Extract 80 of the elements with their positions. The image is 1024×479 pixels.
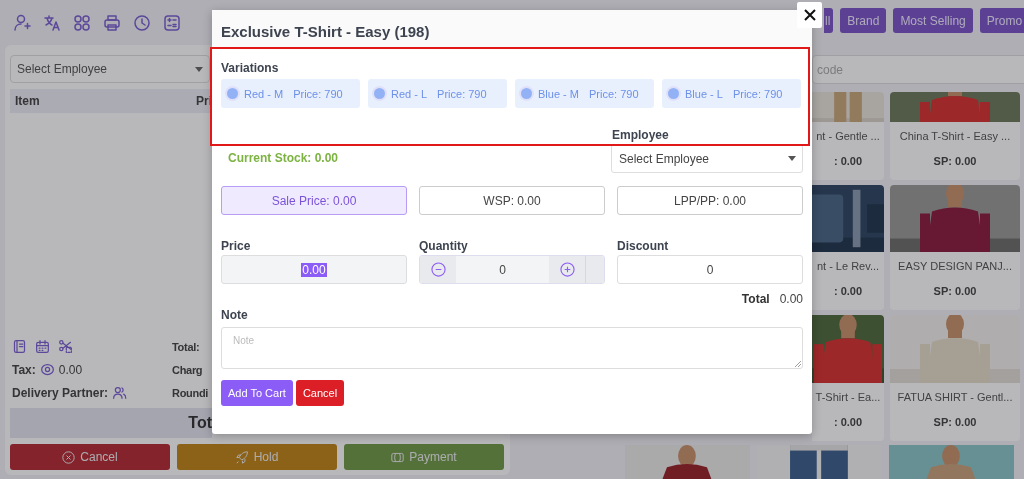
rocket-icon — [235, 450, 249, 464]
variation-option[interactable]: Red - M Price: 790 — [221, 79, 360, 108]
total-label: Tot — [188, 414, 212, 432]
product-card[interactable]: EASY DESIGN PANJ... SP: 0.00 — [890, 185, 1020, 310]
product-card[interactable]: China T-Shirt - Easy ... SP: 0.00 — [890, 92, 1020, 180]
notebook-icon[interactable] — [12, 339, 27, 354]
caret-icon — [195, 66, 203, 72]
product-card[interactable]: nt - Le Rev... : 0.00 — [812, 185, 884, 310]
variation-option[interactable]: Red - L Price: 790 — [368, 79, 507, 108]
product-name: China T-Shirt - Easy ... — [899, 129, 1011, 144]
translate-icon[interactable] — [43, 13, 61, 32]
price-field[interactable]: 0.00 — [221, 255, 407, 284]
printer-icon[interactable] — [103, 13, 121, 32]
scissors-icon[interactable] — [58, 339, 73, 354]
selected-text: 0.00 — [301, 262, 327, 277]
filter-button[interactable]: ll — [824, 8, 834, 33]
price-label: Price — [221, 239, 252, 255]
caret-icon — [788, 156, 796, 161]
product-price: SP: 0.00 — [933, 154, 977, 169]
action-button[interactable]: Cancel — [10, 444, 170, 470]
radio-button[interactable] — [521, 88, 532, 99]
radio-button[interactable] — [227, 88, 238, 99]
resize-handle-icon[interactable] — [795, 361, 801, 367]
action-button[interactable]: Hold — [177, 444, 337, 470]
close-circle-icon — [62, 450, 76, 464]
radio-button[interactable] — [374, 88, 385, 99]
column-header: Item — [15, 94, 40, 108]
filter-button[interactable]: Most Selling — [893, 8, 973, 33]
action-button[interactable]: Payment — [344, 444, 504, 470]
product-card[interactable]: T-Shirt - Ea... : 0.00 — [812, 315, 884, 441]
price-type-tab[interactable]: Sale Price: 0.00 — [221, 186, 407, 215]
calculator-icon[interactable] — [163, 13, 181, 32]
product-name: nt - Gentle ... — [816, 129, 880, 144]
dialog-title: Exclusive T-Shirt - Easy (198) — [212, 10, 812, 47]
variation-option[interactable]: Blue - L Price: 790 — [662, 79, 801, 108]
summary-label: Roundi — [172, 386, 210, 399]
tax-label: Tax: — [12, 362, 36, 377]
user-add-icon[interactable] — [13, 13, 31, 32]
eye-icon[interactable] — [39, 362, 55, 377]
product-card[interactable]: FATUA SHIRT - Gentl... SP: 0.00 — [890, 315, 1020, 441]
product-card[interactable]: nt - Gentle ... : 0.00 — [812, 92, 884, 180]
dialog-button[interactable]: Cancel — [295, 380, 345, 406]
quantity-label: Quantity — [419, 239, 469, 255]
discount-label: Discount — [617, 239, 670, 255]
product-name: EASY DESIGN PANJ... — [898, 259, 1012, 274]
price-type-tab[interactable]: WSP: 0.00 — [419, 186, 605, 215]
radio-button[interactable] — [668, 88, 679, 99]
history-icon[interactable] — [133, 13, 151, 32]
search-field[interactable]: code — [812, 55, 1024, 84]
summary-label: Total: — [172, 340, 201, 353]
product-name: FATUA SHIRT - Gentl... — [897, 390, 1013, 405]
total-value: 0.00 — [779, 292, 803, 308]
close-button[interactable] — [797, 2, 822, 28]
employee-select[interactable]: Select Employee — [611, 144, 803, 173]
employee-select[interactable]: Select Employee — [10, 55, 210, 83]
product-price: SP: 0.00 — [933, 415, 977, 430]
product-name: T-Shirt - Ea... — [815, 390, 881, 405]
total-label: Total — [741, 292, 770, 308]
product-price: : 0.00 — [833, 154, 863, 169]
price-type-tab[interactable]: LPP/PP: 0.00 — [617, 186, 803, 215]
close-icon — [803, 9, 816, 21]
product-name: nt - Le Rev... — [816, 259, 880, 274]
product-price: SP: 0.00 — [933, 284, 977, 299]
variations-label: Variations — [221, 61, 280, 77]
filter-button[interactable]: Brand — [840, 8, 887, 33]
delivery-partner-label: Delivery Partner: — [12, 385, 109, 400]
variation-option[interactable]: Blue - M Price: 790 — [515, 79, 654, 108]
employee-label: Employee — [612, 128, 670, 144]
discount-field[interactable]: 0 — [617, 255, 803, 284]
tax-value: 0.00 — [58, 362, 83, 377]
calendar-icon[interactable] — [35, 339, 50, 354]
users-icon[interactable] — [112, 385, 128, 400]
product-price: : 0.00 — [833, 284, 863, 299]
dialog-button[interactable]: Add To Cart — [221, 380, 293, 406]
product-price: : 0.00 — [833, 415, 863, 430]
current-stock: Current Stock: 0.00 — [228, 151, 339, 165]
filter-button[interactable]: Promo — [979, 8, 1024, 33]
money-icon — [391, 450, 405, 464]
summary-label: Charg — [172, 363, 204, 376]
note-label: Note — [221, 308, 249, 324]
